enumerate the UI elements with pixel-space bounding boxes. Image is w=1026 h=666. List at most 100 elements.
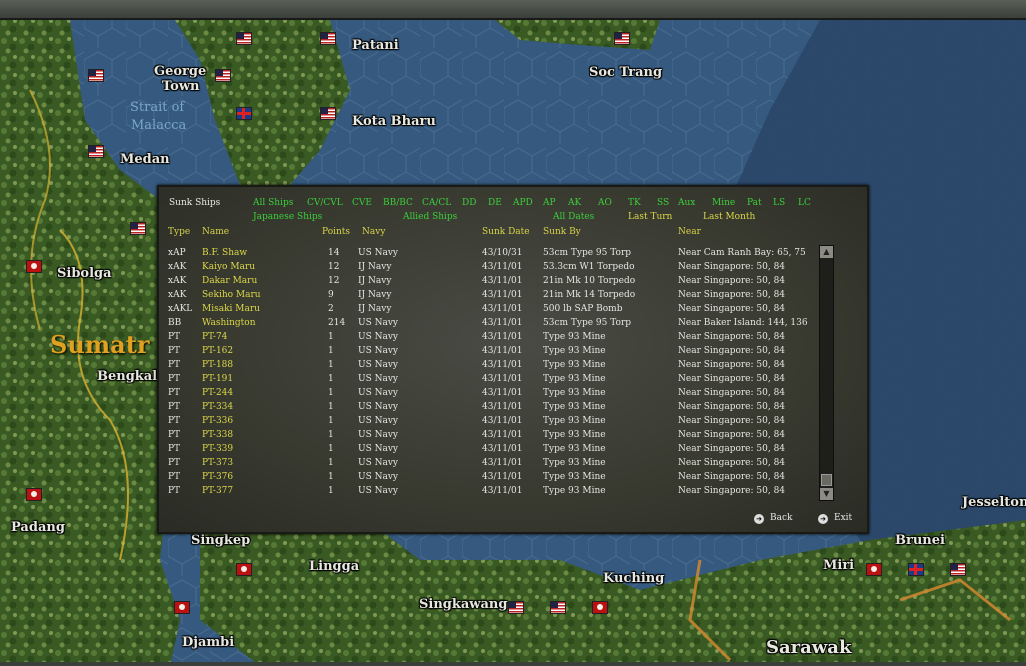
table-row[interactable]: PT PT-162 1 US Navy 43/11/01 Type 93 Mine Near…: [159, 346, 819, 360]
uk-flag-icon[interactable]: [908, 563, 924, 576]
uk-flag-icon[interactable]: [236, 107, 252, 120]
filter-allied-ships[interactable]: Allied Ships: [403, 212, 457, 222]
header-type[interactable]: Type: [168, 227, 190, 237]
filter-last-month[interactable]: Last Month: [703, 212, 755, 222]
map-label-singkep: Singkep: [191, 533, 251, 548]
filter-mine[interactable]: Mine: [712, 198, 735, 208]
cell-type: PT: [168, 458, 181, 468]
filter-bb-bc[interactable]: BB/BC: [383, 198, 413, 208]
header-name[interactable]: Name: [202, 227, 229, 237]
table-row[interactable]: PT PT-74 1 US Navy 43/11/01 Type 93 Mine Near …: [159, 332, 819, 346]
cell-by: 53cm Type 95 Torp: [543, 248, 632, 258]
table-row[interactable]: PT PT-191 1 US Navy 43/11/01 Type 93 Mine Near…: [159, 374, 819, 388]
japanese-unit-flag-icon[interactable]: [236, 563, 252, 576]
japanese-unit-flag-icon[interactable]: [592, 601, 608, 614]
back-button[interactable]: ➜ Back: [754, 513, 792, 524]
filter-cve[interactable]: CVE: [352, 198, 372, 208]
filter-ao[interactable]: AO: [598, 198, 612, 208]
cell-near: Near Singapore: 50, 84: [678, 486, 786, 496]
table-row[interactable]: PT PT-188 1 US Navy 43/11/01 Type 93 Mine Near…: [159, 360, 819, 374]
filter-japanese-ships[interactable]: Japanese Ships: [253, 212, 322, 222]
filter-de[interactable]: DE: [488, 198, 502, 208]
table-row[interactable]: PT PT-338 1 US Navy 43/11/01 Type 93 Mine Near…: [159, 430, 819, 444]
table-row[interactable]: PT PT-339 1 US Navy 43/11/01 Type 93 Mine Near…: [159, 444, 819, 458]
us-flag-icon[interactable]: [614, 32, 630, 45]
scroll-down-button[interactable]: ▼: [820, 488, 833, 500]
cell-near: Near Singapore: 50, 84: [678, 472, 786, 482]
us-flag-icon[interactable]: [215, 69, 231, 82]
cell-points: 14: [328, 248, 340, 258]
exit-button[interactable]: ➜ Exit: [818, 513, 852, 524]
filter-ls[interactable]: LS: [773, 198, 785, 208]
us-flag-icon[interactable]: [550, 601, 566, 614]
cell-navy: US Navy: [358, 248, 399, 258]
cell-name: PT-244: [202, 388, 234, 398]
scroll-thumb[interactable]: [821, 474, 832, 486]
cell-by: Type 93 Mine: [543, 416, 606, 426]
map-label-malacca: Malacca: [131, 118, 187, 133]
sunk-ships-table: xAP B.F. Shaw 14 US Navy 43/10/31 53cm Type 9…: [159, 248, 819, 500]
cell-date: 43/11/01: [482, 444, 523, 454]
cell-points: 214: [328, 318, 346, 328]
header-sunk-by[interactable]: Sunk By: [543, 227, 581, 237]
cell-navy: US Navy: [358, 332, 399, 342]
table-row[interactable]: PT PT-336 1 US Navy 43/11/01 Type 93 Mine Near…: [159, 416, 819, 430]
cell-points: 1: [328, 332, 334, 342]
us-flag-icon[interactable]: [950, 563, 966, 576]
filter-ak[interactable]: AK: [568, 198, 581, 208]
header-navy[interactable]: Navy: [362, 227, 385, 237]
table-row[interactable]: xAKL Misaki Maru 2 IJ Navy 43/11/01 500 lb SA…: [159, 304, 819, 318]
table-row[interactable]: xAK Sekiho Maru 9 IJ Navy 43/11/01 21in Mk 14…: [159, 290, 819, 304]
us-flag-icon[interactable]: [236, 32, 252, 45]
map-label-kota-bharu: Kota Bharu: [352, 114, 436, 129]
scroll-up-button[interactable]: ▲: [820, 246, 833, 258]
cell-date: 43/11/01: [482, 458, 523, 468]
filter-pat[interactable]: Pat: [747, 198, 762, 208]
us-flag-icon[interactable]: [508, 601, 524, 614]
us-flag-icon[interactable]: [320, 107, 336, 120]
header-near[interactable]: Near: [678, 227, 701, 237]
us-flag-icon[interactable]: [88, 69, 104, 82]
filter-all-ships[interactable]: All Ships: [253, 198, 293, 208]
filter-lc[interactable]: LC: [798, 198, 811, 208]
cell-date: 43/11/01: [482, 290, 523, 300]
japanese-unit-flag-icon[interactable]: [866, 563, 882, 576]
filter-apd[interactable]: APD: [513, 198, 533, 208]
filter-ca-cl[interactable]: CA/CL: [422, 198, 451, 208]
filter-ss[interactable]: SS: [657, 198, 669, 208]
header-points[interactable]: Points: [322, 227, 350, 237]
table-row[interactable]: xAP B.F. Shaw 14 US Navy 43/10/31 53cm Type 9…: [159, 248, 819, 262]
table-row[interactable]: PT PT-373 1 US Navy 43/11/01 Type 93 Mine Near…: [159, 458, 819, 472]
japanese-unit-flag-icon[interactable]: [174, 601, 190, 614]
top-bar: [0, 0, 1026, 20]
cell-name: PT-373: [202, 458, 234, 468]
filter-cv-cvl[interactable]: CV/CVL: [307, 198, 343, 208]
table-row[interactable]: xAK Dakar Maru 12 IJ Navy 43/11/01 21in Mk 10…: [159, 276, 819, 290]
table-row[interactable]: xAK Kaiyo Maru 12 IJ Navy 43/11/01 53.3cm W1 …: [159, 262, 819, 276]
us-flag-icon[interactable]: [130, 222, 146, 235]
filter-ap[interactable]: AP: [543, 198, 556, 208]
table-row[interactable]: PT PT-377 1 US Navy 43/11/01 Type 93 Mine Near…: [159, 486, 819, 500]
filter-last-turn[interactable]: Last Turn: [628, 212, 672, 222]
map-label-sibolga: Sibolga: [57, 266, 112, 281]
cell-date: 43/11/01: [482, 402, 523, 412]
filter-all-dates[interactable]: All Dates: [553, 212, 594, 222]
map-label-lingga: Lingga: [309, 559, 360, 574]
cell-date: 43/11/01: [482, 262, 523, 272]
cell-near: Near Cam Ranh Bay: 65, 75: [678, 248, 806, 258]
us-flag-icon[interactable]: [88, 145, 104, 158]
japanese-unit-flag-icon[interactable]: [26, 260, 42, 273]
table-row[interactable]: PT PT-334 1 US Navy 43/11/01 Type 93 Mine Near…: [159, 402, 819, 416]
cell-by: 500 lb SAP Bomb: [543, 304, 623, 314]
us-flag-icon[interactable]: [320, 32, 336, 45]
cell-navy: US Navy: [358, 388, 399, 398]
filter-aux[interactable]: Aux: [678, 198, 695, 208]
japanese-unit-flag-icon[interactable]: [26, 488, 42, 501]
table-row[interactable]: PT PT-244 1 US Navy 43/11/01 Type 93 Mine Near…: [159, 388, 819, 402]
filter-tk[interactable]: TK: [628, 198, 641, 208]
table-row[interactable]: BB Washington 214 US Navy 43/11/01 53cm Type …: [159, 318, 819, 332]
scrollbar[interactable]: ▲ ▼: [819, 245, 834, 501]
header-sunk-date[interactable]: Sunk Date: [482, 227, 530, 237]
table-row[interactable]: PT PT-376 1 US Navy 43/11/01 Type 93 Mine Near…: [159, 472, 819, 486]
filter-dd[interactable]: DD: [462, 198, 476, 208]
